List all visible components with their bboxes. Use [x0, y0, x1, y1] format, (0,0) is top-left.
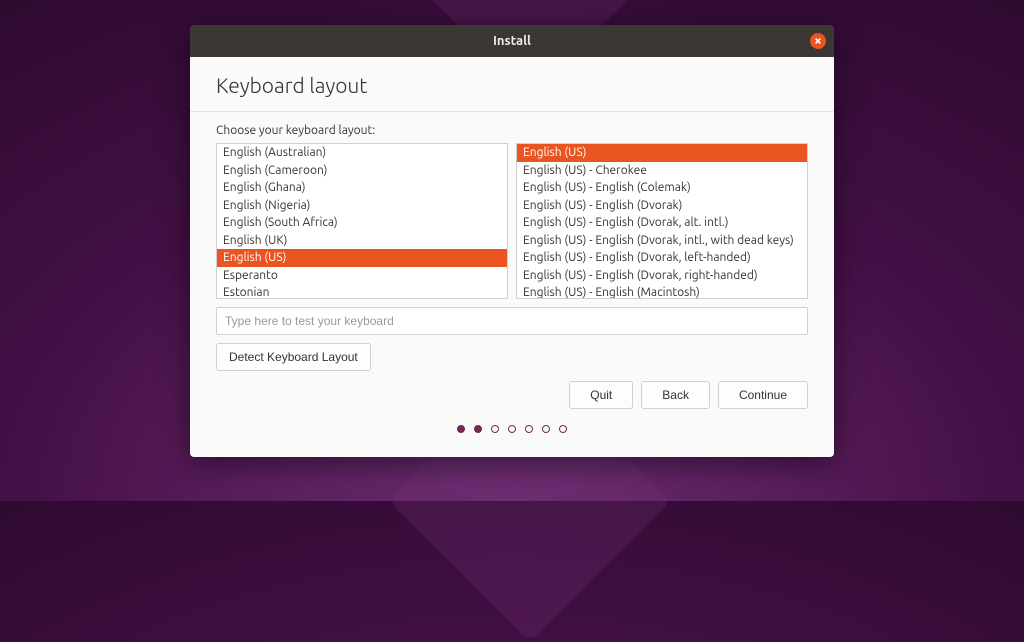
close-button[interactable]	[810, 33, 826, 49]
quit-button[interactable]: Quit	[569, 381, 633, 409]
variant-list-item[interactable]: English (US) - English (Dvorak, intl., w…	[517, 232, 807, 250]
keyboard-layout-list[interactable]: English (Australian)English (Cameroon)En…	[216, 143, 508, 299]
prompt-text: Choose your keyboard layout:	[216, 124, 808, 137]
test-keyboard-input[interactable]	[216, 307, 808, 335]
layout-list-item[interactable]: English (South Africa)	[217, 214, 507, 232]
progress-dot	[559, 425, 567, 433]
variant-list-item[interactable]: English (US)	[517, 144, 807, 162]
progress-dots	[216, 415, 808, 447]
layout-list-item[interactable]: English (US)	[217, 249, 507, 267]
content-area: Keyboard layout Choose your keyboard lay…	[190, 57, 834, 457]
install-window: Install Keyboard layout Choose your keyb…	[190, 25, 834, 457]
progress-dot	[542, 425, 550, 433]
layout-list-item[interactable]: English (Australian)	[217, 144, 507, 162]
progress-dot	[474, 425, 482, 433]
variant-list-item[interactable]: English (US) - English (Dvorak, left-han…	[517, 249, 807, 267]
layout-list-item[interactable]: English (Ghana)	[217, 179, 507, 197]
layout-list-item[interactable]: Esperanto	[217, 267, 507, 285]
back-button[interactable]: Back	[641, 381, 710, 409]
progress-dot	[457, 425, 465, 433]
divider	[190, 111, 834, 112]
progress-dot	[525, 425, 533, 433]
layout-list-item[interactable]: English (UK)	[217, 232, 507, 250]
layout-list-item[interactable]: English (Nigeria)	[217, 197, 507, 215]
close-icon	[814, 37, 822, 45]
variant-list-item[interactable]: English (US) - English (Dvorak, right-ha…	[517, 267, 807, 285]
layout-list-item[interactable]: English (Cameroon)	[217, 162, 507, 180]
titlebar: Install	[190, 25, 834, 57]
footer-buttons: Quit Back Continue	[216, 381, 808, 415]
variant-list-item[interactable]: English (US) - English (Colemak)	[517, 179, 807, 197]
variant-list-item[interactable]: English (US) - English (Dvorak, alt. int…	[517, 214, 807, 232]
detect-keyboard-layout-button[interactable]: Detect Keyboard Layout	[216, 343, 371, 371]
window-title: Install	[493, 34, 531, 48]
continue-button[interactable]: Continue	[718, 381, 808, 409]
variant-list-item[interactable]: English (US) - English (Macintosh)	[517, 284, 807, 299]
variant-list-item[interactable]: English (US) - English (Dvorak)	[517, 197, 807, 215]
progress-dot	[508, 425, 516, 433]
layout-list-item[interactable]: Estonian	[217, 284, 507, 299]
keyboard-variant-list[interactable]: English (US)English (US) - CherokeeEngli…	[516, 143, 808, 299]
layout-lists: English (Australian)English (Cameroon)En…	[216, 143, 808, 299]
page-title: Keyboard layout	[216, 73, 808, 97]
progress-dot	[491, 425, 499, 433]
variant-list-item[interactable]: English (US) - Cherokee	[517, 162, 807, 180]
